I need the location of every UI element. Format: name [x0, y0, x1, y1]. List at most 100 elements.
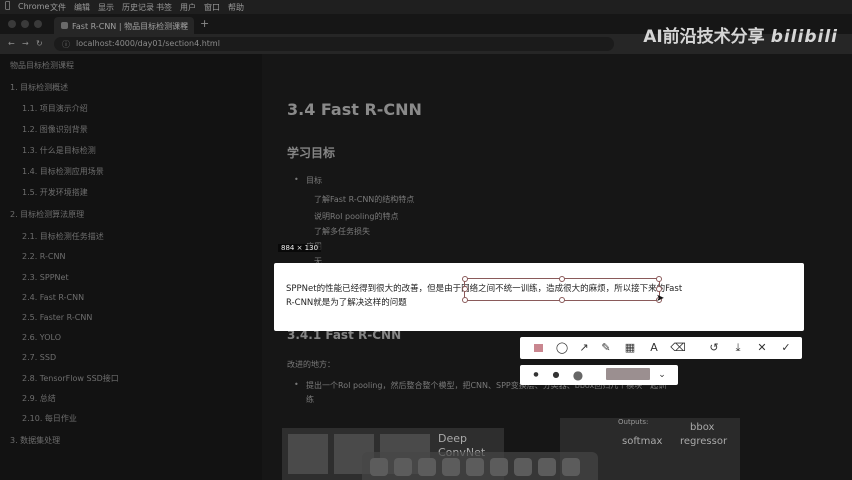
window-minimize-button[interactable] [21, 20, 29, 28]
sidebar-item[interactable]: 2.6. YOLO [22, 333, 61, 342]
resize-handle[interactable] [462, 276, 468, 282]
resize-handle[interactable] [559, 297, 565, 303]
sidebar-item[interactable]: 1.5. 开发环境搭建 [22, 187, 88, 198]
reload-icon[interactable]: ↻ [36, 39, 43, 48]
confirm-icon[interactable]: ✓ [778, 340, 794, 356]
dock-app-icon[interactable] [538, 458, 556, 476]
text-icon[interactable]: A [646, 340, 662, 356]
window-zoom-button[interactable] [34, 20, 42, 28]
menu-bar:  Chrome 文件 编辑 显示 历史记录 书签 用户 窗口 帮助 [0, 0, 852, 14]
menu-people[interactable]: 用户 [180, 2, 196, 13]
dock-app-icon[interactable] [562, 458, 580, 476]
menu-view[interactable]: 显示 [98, 2, 114, 13]
menu-window[interactable]: 窗口 [204, 2, 220, 13]
sidebar-item[interactable]: 3. 数据集处理 [10, 435, 60, 446]
eraser-icon[interactable]: ⌫ [670, 340, 686, 356]
sidebar-item[interactable]: 1.3. 什么是目标检测 [22, 145, 96, 156]
resize-handle[interactable] [462, 297, 468, 303]
back-icon[interactable]: ← [8, 39, 15, 48]
pen-icon[interactable]: ✎ [598, 340, 614, 356]
sidebar-item[interactable]: 1. 目标检测概述 [10, 82, 68, 93]
dock-app-icon[interactable] [442, 458, 460, 476]
resize-handle[interactable] [559, 276, 565, 282]
tab-title: Fast R-CNN | 物品目标检测课程 [72, 22, 189, 31]
sidebar-item[interactable]: 2.8. TensorFlow SSD接口 [22, 373, 119, 384]
improve-label: 改进的地方： [287, 360, 335, 369]
sidebar-item[interactable]: 2.5. Faster R-CNN [22, 313, 92, 322]
menu-edit[interactable]: 编辑 [74, 2, 90, 13]
figure-label: regressor [680, 436, 728, 447]
close-icon[interactable]: ✕ [754, 340, 770, 356]
sidebar-item[interactable]: 2.3. SPPNet [22, 273, 69, 282]
new-tab-icon[interactable]: + [200, 17, 209, 30]
resize-handle[interactable] [656, 276, 662, 282]
color-picker-swatch[interactable] [606, 368, 650, 380]
sidebar-item[interactable]: 2.7. SSD [22, 353, 56, 362]
arrow-icon[interactable]: ↗ [576, 340, 592, 356]
size-medium-icon[interactable]: ● [548, 367, 564, 383]
menu-file[interactable]: 文件 [50, 2, 66, 13]
sidebar-item-active[interactable]: 2.4. Fast R-CNN [22, 293, 84, 302]
bullet-icon: • [294, 380, 299, 389]
download-icon[interactable]: ⤓ [730, 340, 746, 356]
ellipse-icon[interactable]: ◯ [554, 340, 570, 356]
resize-handle[interactable] [656, 286, 662, 292]
dock-app-icon[interactable] [514, 458, 532, 476]
figure-label: softmax [622, 436, 663, 447]
watermark-text: AI前沿技术分享 [643, 27, 765, 47]
annotation-rectangle[interactable] [462, 276, 662, 303]
sidebar: 物品目标检测课程 1. 目标检测概述 1.1. 项目演示介绍 1.2. 图像识别… [0, 54, 262, 480]
forward-icon[interactable]: → [22, 39, 29, 48]
url-text: localhost:4000/day01/section4.html [76, 39, 220, 48]
figure-block [288, 434, 328, 474]
sidebar-item[interactable]: 2.10. 每日作业 [22, 413, 77, 424]
apple-icon[interactable]:  [5, 1, 10, 11]
dock-app-icon[interactable] [394, 458, 412, 476]
dock-app-icon[interactable] [490, 458, 508, 476]
selection-size-label: 884 × 130 [278, 244, 322, 252]
figure-label: bbox [690, 422, 715, 433]
menu-history[interactable]: 历史记录 [122, 2, 154, 13]
mouse-pointer-icon: ➤ [656, 293, 665, 304]
window-close-button[interactable] [8, 20, 16, 28]
annotation-options-bar: ● ● ● ⌄ [520, 365, 678, 385]
sidebar-item[interactable]: 2.9. 总结 [22, 393, 56, 404]
dock-app-icon[interactable] [370, 458, 388, 476]
watermark: AI前沿技术分享 bilibili [643, 22, 838, 47]
browser-tab[interactable]: Fast R-CNN | 物品目标检测课程 ✕ [54, 17, 194, 34]
info-icon[interactable]: ⓘ [62, 39, 70, 50]
sidebar-item[interactable]: 1.1. 项目演示介绍 [22, 103, 88, 114]
section-heading-goals: 学习目标 [287, 146, 336, 160]
undo-icon[interactable]: ↺ [706, 340, 722, 356]
size-large-icon[interactable]: ● [570, 367, 586, 383]
url-field[interactable]: ⓘ localhost:4000/day01/section4.html [54, 37, 614, 51]
menu-bookmarks[interactable]: 书签 [156, 2, 172, 13]
dock-app-icon[interactable] [466, 458, 484, 476]
sidebar-item[interactable]: 2.1. 目标检测任务描述 [22, 231, 104, 242]
sidebar-item[interactable]: 2.2. R-CNN [22, 252, 65, 261]
menu-help[interactable]: 帮助 [228, 2, 244, 13]
bullet-icon: • [294, 175, 299, 184]
annotation-toolbar: ◯ ↗ ✎ ▦ A ⌫ ↺ ⤓ ✕ ✓ [520, 337, 802, 359]
bilibili-logo: bilibili [770, 27, 838, 47]
resize-handle[interactable] [462, 286, 468, 292]
chevron-down-icon[interactable]: ⌄ [654, 367, 670, 383]
tab-close-icon[interactable]: ✕ [181, 21, 188, 30]
dock [362, 452, 598, 480]
sidebar-item[interactable]: 1.4. 目标检测应用场景 [22, 166, 104, 177]
favicon-icon [61, 22, 68, 29]
list-item: 了解Fast R-CNN的结构特点 [314, 195, 415, 204]
page-title: 3.4 Fast R-CNN [287, 100, 422, 119]
menu-app[interactable]: Chrome [18, 2, 49, 11]
list-item-cont: 练 [306, 395, 314, 404]
dock-app-icon[interactable] [418, 458, 436, 476]
sidebar-book-title[interactable]: 物品目标检测课程 [10, 60, 74, 71]
sidebar-item[interactable]: 1.2. 图像识别背景 [22, 124, 88, 135]
list-item: 说明RoI pooling的特点 [314, 212, 399, 221]
rectangle-icon[interactable] [530, 340, 546, 356]
goal-label: 目标 [306, 176, 322, 185]
sidebar-item[interactable]: 2. 目标检测算法原理 [10, 209, 84, 220]
list-item: 了解多任务损失 [314, 227, 370, 236]
size-small-icon[interactable]: ● [528, 367, 544, 383]
mosaic-icon[interactable]: ▦ [622, 340, 638, 356]
